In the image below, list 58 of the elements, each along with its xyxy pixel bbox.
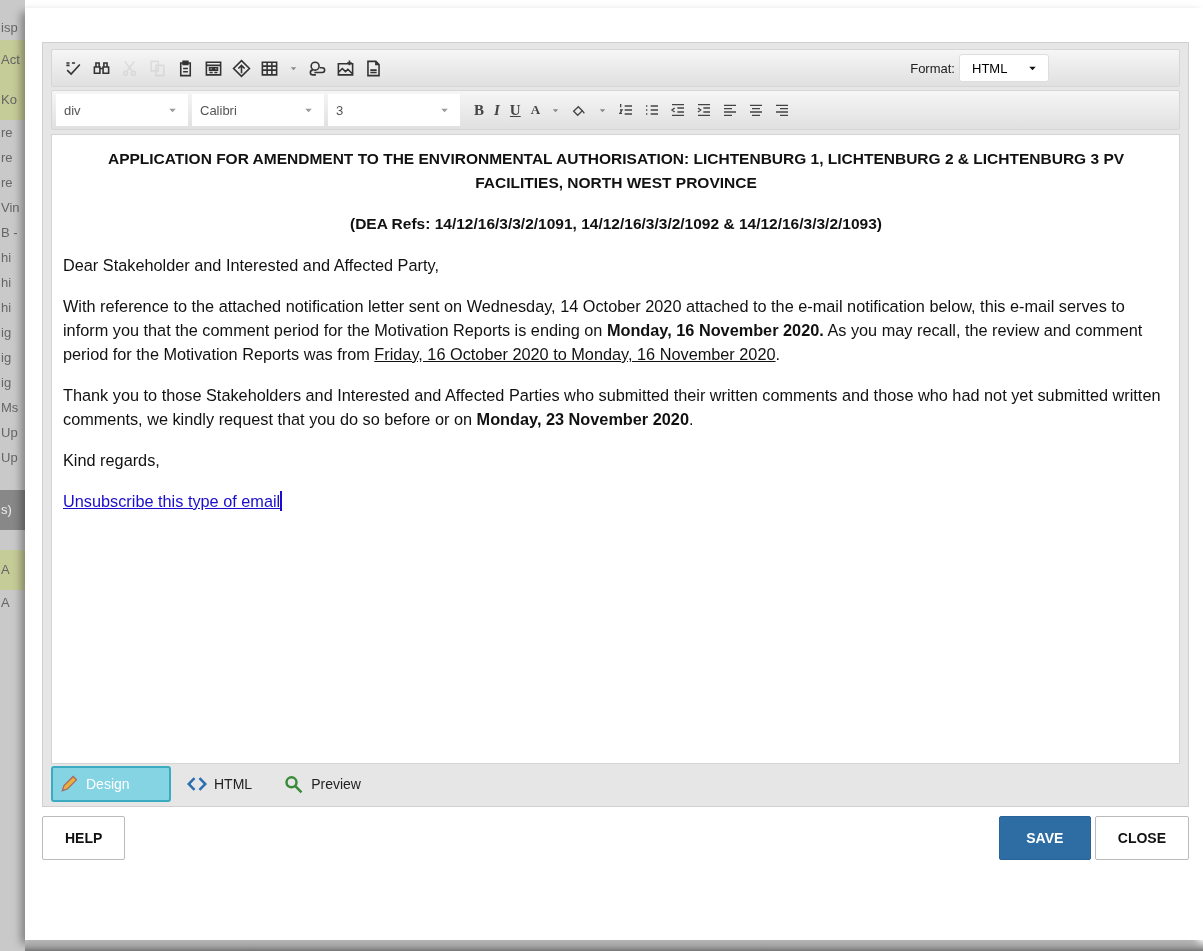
underline-button[interactable]: U — [509, 101, 521, 119]
html-tab[interactable]: HTML — [179, 766, 269, 802]
background-list-item: hi — [0, 299, 13, 317]
italic-button[interactable]: I — [494, 101, 500, 119]
background-list-item: re — [0, 149, 14, 167]
paragraph-text: Dear Stakeholder and Interested and Affected Party, — [63, 255, 440, 276]
background-list-item: Act — [0, 40, 25, 80]
template-icon[interactable] — [204, 58, 223, 78]
background-list-item: ig — [0, 374, 13, 392]
heading-text: APPLICATION FOR AMENDMENT TO THE ENVIRONMENTAL AUTHORISATION: LICHTENBURG 1, LICHTENBURG 2 & LICHTENBURG 3 PV FACILITIES, NORTH WEST PROVINCE — [106, 149, 1126, 193]
outdent-icon[interactable] — [670, 102, 687, 118]
code-icon — [187, 774, 207, 794]
indent-icon[interactable] — [696, 102, 713, 118]
format-dropdown[interactable]: HTML — [959, 54, 1049, 82]
table-icon[interactable] — [260, 58, 279, 78]
bold-button[interactable]: B — [474, 101, 484, 119]
background-list-item: hi — [0, 249, 13, 267]
background-list-item: re — [0, 124, 14, 142]
align-center-icon[interactable] — [748, 102, 765, 118]
background-list-item: ig — [0, 324, 13, 342]
align-left-icon[interactable] — [722, 102, 739, 118]
format-label: Format: — [910, 60, 955, 76]
background-list-item: isp — [0, 19, 19, 37]
link-icon[interactable] — [308, 58, 327, 78]
paragraph-text: Thank you to those Stakeholders and Interested and Affected Parties who submitted their written comments and those who had not yet submitted written comments, we kindly request that you do so before or on Monday, 23 November 2020. — [63, 385, 1162, 430]
search-icon — [284, 774, 305, 794]
background-list-item: Up — [0, 449, 19, 467]
dropdown[interactable]: div — [56, 94, 188, 126]
background-list-item: B - — [0, 224, 19, 242]
font-color-button[interactable]: A — [530, 102, 541, 118]
paragraph-text: Kind regards, — [63, 450, 161, 471]
background-list-item: Up — [0, 424, 19, 442]
background-list-item: A — [0, 550, 25, 590]
background-list-item: ig — [0, 349, 13, 367]
bullet-list-icon[interactable] — [644, 102, 661, 118]
heading-text: (DEA Refs: 14/12/16/3/3/2/1091, 14/12/16/3/3/2/1092 & 14/12/16/3/3/2/1093) — [349, 214, 883, 234]
background-list-item: Ms — [0, 399, 20, 417]
background-list-item: s) — [0, 490, 25, 530]
image-icon[interactable] — [336, 58, 355, 78]
numbered-list-icon[interactable] — [618, 102, 635, 118]
paragraph-text: With reference to the attached notification letter sent on Wednesday, 14 October 2020 attached to the e-mail notification below, this e-mail serves to inform you that the comment period for the Motivation Reports is ending on Monday, 16 November 2020. As you may recall, the review and comment period for the Motivation Reports was from Friday, 16 October 2020 to Monday, 16 November 2020. — [63, 296, 1144, 365]
pencil-icon — [59, 774, 79, 794]
diamond-arrow-icon[interactable] — [232, 58, 251, 78]
text-document-icon[interactable] — [364, 58, 383, 78]
dialog-button[interactable]: CLOSE — [1094, 816, 1189, 860]
unsubscribe-link[interactable]: Unsubscribe this type of email — [63, 489, 281, 513]
text-cursor — [280, 491, 283, 511]
dialog-button[interactable]: HELP — [42, 816, 126, 860]
preview-tab[interactable]: Preview — [276, 766, 377, 802]
align-right-icon[interactable] — [774, 102, 791, 118]
background-list-item: re — [0, 174, 14, 192]
dropdown[interactable]: 3 — [328, 94, 460, 126]
background-list-item: A — [0, 594, 11, 612]
dropdown[interactable]: Calibri — [192, 94, 324, 126]
background-list-item: hi — [0, 274, 13, 292]
background-list-item: Vin — [0, 199, 21, 217]
dialog-button[interactable]: SAVE — [998, 816, 1091, 860]
background-list-item: Ko — [0, 80, 25, 120]
